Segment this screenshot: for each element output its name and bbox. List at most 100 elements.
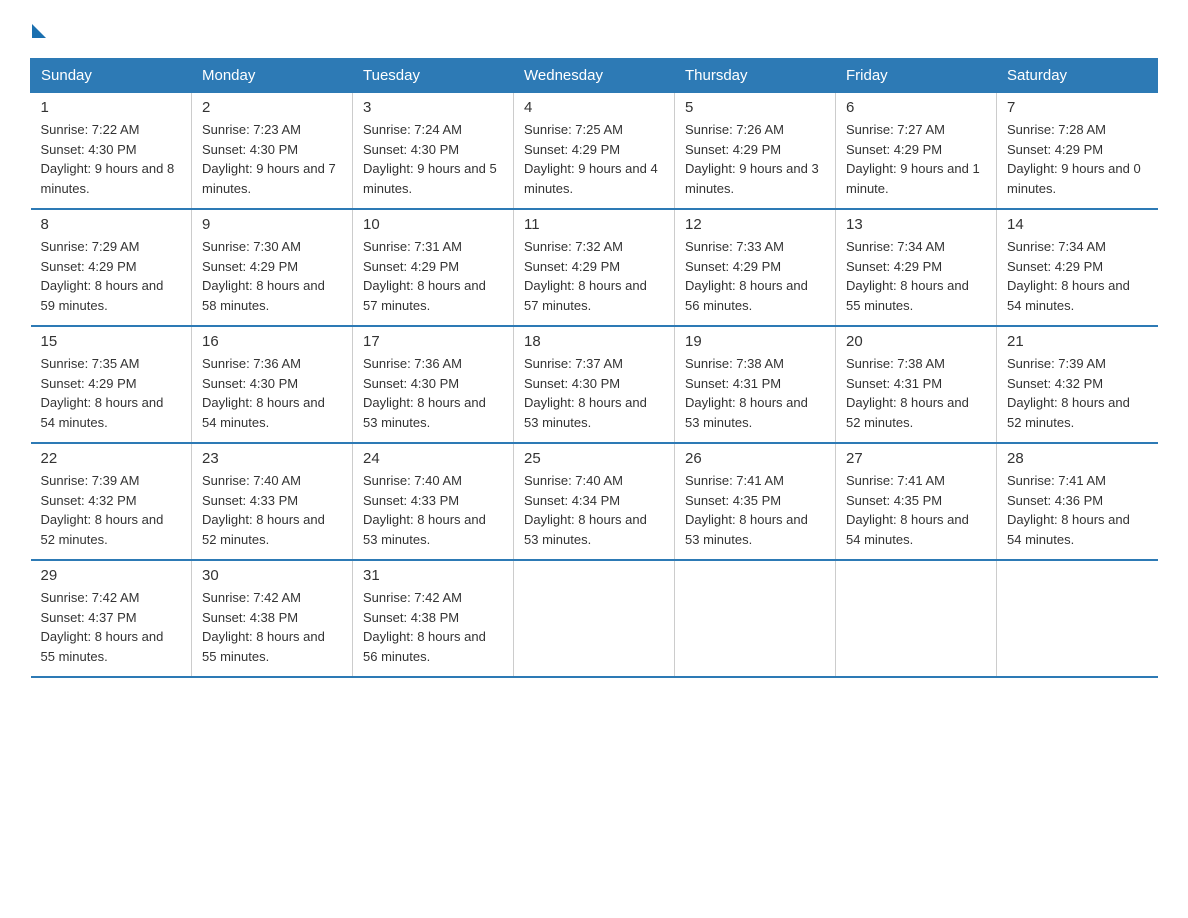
- logo-arrow-icon: [32, 24, 46, 38]
- day-info: Sunrise: 7:37 AMSunset: 4:30 PMDaylight:…: [524, 354, 664, 432]
- day-info: Sunrise: 7:40 AMSunset: 4:34 PMDaylight:…: [524, 471, 664, 549]
- day-info: Sunrise: 7:40 AMSunset: 4:33 PMDaylight:…: [363, 471, 503, 549]
- day-info: Sunrise: 7:38 AMSunset: 4:31 PMDaylight:…: [685, 354, 825, 432]
- day-cell: [836, 560, 997, 677]
- day-cell: 7 Sunrise: 7:28 AMSunset: 4:29 PMDayligh…: [997, 93, 1158, 210]
- day-cell: 9 Sunrise: 7:30 AMSunset: 4:29 PMDayligh…: [192, 209, 353, 326]
- day-number: 15: [41, 333, 182, 350]
- logo: [30, 20, 46, 38]
- day-number: 16: [202, 333, 342, 350]
- day-cell: 31 Sunrise: 7:42 AMSunset: 4:38 PMDaylig…: [353, 560, 514, 677]
- day-cell: 27 Sunrise: 7:41 AMSunset: 4:35 PMDaylig…: [836, 443, 997, 560]
- day-number: 28: [1007, 450, 1148, 467]
- day-cell: 20 Sunrise: 7:38 AMSunset: 4:31 PMDaylig…: [836, 326, 997, 443]
- day-number: 31: [363, 567, 503, 584]
- day-number: 24: [363, 450, 503, 467]
- day-info: Sunrise: 7:41 AMSunset: 4:35 PMDaylight:…: [685, 471, 825, 549]
- day-cell: 24 Sunrise: 7:40 AMSunset: 4:33 PMDaylig…: [353, 443, 514, 560]
- day-cell: 6 Sunrise: 7:27 AMSunset: 4:29 PMDayligh…: [836, 93, 997, 210]
- day-number: 29: [41, 567, 182, 584]
- day-cell: 4 Sunrise: 7:25 AMSunset: 4:29 PMDayligh…: [514, 93, 675, 210]
- header-monday: Monday: [192, 59, 353, 93]
- day-info: Sunrise: 7:42 AMSunset: 4:38 PMDaylight:…: [202, 588, 342, 666]
- day-cell: 8 Sunrise: 7:29 AMSunset: 4:29 PMDayligh…: [31, 209, 192, 326]
- day-number: 8: [41, 216, 182, 233]
- day-info: Sunrise: 7:30 AMSunset: 4:29 PMDaylight:…: [202, 237, 342, 315]
- day-cell: 28 Sunrise: 7:41 AMSunset: 4:36 PMDaylig…: [997, 443, 1158, 560]
- day-info: Sunrise: 7:23 AMSunset: 4:30 PMDaylight:…: [202, 120, 342, 198]
- day-number: 3: [363, 99, 503, 116]
- day-cell: 23 Sunrise: 7:40 AMSunset: 4:33 PMDaylig…: [192, 443, 353, 560]
- day-number: 5: [685, 99, 825, 116]
- day-cell: 5 Sunrise: 7:26 AMSunset: 4:29 PMDayligh…: [675, 93, 836, 210]
- day-info: Sunrise: 7:26 AMSunset: 4:29 PMDaylight:…: [685, 120, 825, 198]
- day-info: Sunrise: 7:42 AMSunset: 4:38 PMDaylight:…: [363, 588, 503, 666]
- day-number: 18: [524, 333, 664, 350]
- day-info: Sunrise: 7:41 AMSunset: 4:36 PMDaylight:…: [1007, 471, 1148, 549]
- header-wednesday: Wednesday: [514, 59, 675, 93]
- day-number: 10: [363, 216, 503, 233]
- day-number: 30: [202, 567, 342, 584]
- day-cell: 25 Sunrise: 7:40 AMSunset: 4:34 PMDaylig…: [514, 443, 675, 560]
- day-number: 13: [846, 216, 986, 233]
- day-info: Sunrise: 7:36 AMSunset: 4:30 PMDaylight:…: [363, 354, 503, 432]
- day-number: 19: [685, 333, 825, 350]
- day-cell: 13 Sunrise: 7:34 AMSunset: 4:29 PMDaylig…: [836, 209, 997, 326]
- day-number: 22: [41, 450, 182, 467]
- day-number: 27: [846, 450, 986, 467]
- day-cell: 1 Sunrise: 7:22 AMSunset: 4:30 PMDayligh…: [31, 93, 192, 210]
- day-number: 12: [685, 216, 825, 233]
- week-row-4: 22 Sunrise: 7:39 AMSunset: 4:32 PMDaylig…: [31, 443, 1158, 560]
- header-tuesday: Tuesday: [353, 59, 514, 93]
- day-cell: 18 Sunrise: 7:37 AMSunset: 4:30 PMDaylig…: [514, 326, 675, 443]
- week-row-1: 1 Sunrise: 7:22 AMSunset: 4:30 PMDayligh…: [31, 93, 1158, 210]
- header-sunday: Sunday: [31, 59, 192, 93]
- day-info: Sunrise: 7:38 AMSunset: 4:31 PMDaylight:…: [846, 354, 986, 432]
- day-info: Sunrise: 7:31 AMSunset: 4:29 PMDaylight:…: [363, 237, 503, 315]
- day-cell: [514, 560, 675, 677]
- day-info: Sunrise: 7:32 AMSunset: 4:29 PMDaylight:…: [524, 237, 664, 315]
- day-cell: 15 Sunrise: 7:35 AMSunset: 4:29 PMDaylig…: [31, 326, 192, 443]
- day-number: 26: [685, 450, 825, 467]
- header-friday: Friday: [836, 59, 997, 93]
- day-number: 14: [1007, 216, 1148, 233]
- day-cell: 21 Sunrise: 7:39 AMSunset: 4:32 PMDaylig…: [997, 326, 1158, 443]
- day-cell: 11 Sunrise: 7:32 AMSunset: 4:29 PMDaylig…: [514, 209, 675, 326]
- day-info: Sunrise: 7:28 AMSunset: 4:29 PMDaylight:…: [1007, 120, 1148, 198]
- day-info: Sunrise: 7:29 AMSunset: 4:29 PMDaylight:…: [41, 237, 182, 315]
- day-number: 25: [524, 450, 664, 467]
- day-number: 6: [846, 99, 986, 116]
- header-saturday: Saturday: [997, 59, 1158, 93]
- day-number: 11: [524, 216, 664, 233]
- day-info: Sunrise: 7:34 AMSunset: 4:29 PMDaylight:…: [846, 237, 986, 315]
- day-number: 17: [363, 333, 503, 350]
- day-info: Sunrise: 7:36 AMSunset: 4:30 PMDaylight:…: [202, 354, 342, 432]
- day-info: Sunrise: 7:39 AMSunset: 4:32 PMDaylight:…: [1007, 354, 1148, 432]
- header-thursday: Thursday: [675, 59, 836, 93]
- day-info: Sunrise: 7:27 AMSunset: 4:29 PMDaylight:…: [846, 120, 986, 198]
- day-cell: 3 Sunrise: 7:24 AMSunset: 4:30 PMDayligh…: [353, 93, 514, 210]
- calendar-table: SundayMondayTuesdayWednesdayThursdayFrid…: [30, 58, 1158, 678]
- day-cell: 12 Sunrise: 7:33 AMSunset: 4:29 PMDaylig…: [675, 209, 836, 326]
- day-info: Sunrise: 7:35 AMSunset: 4:29 PMDaylight:…: [41, 354, 182, 432]
- day-cell: 16 Sunrise: 7:36 AMSunset: 4:30 PMDaylig…: [192, 326, 353, 443]
- day-number: 21: [1007, 333, 1148, 350]
- day-number: 7: [1007, 99, 1148, 116]
- day-info: Sunrise: 7:34 AMSunset: 4:29 PMDaylight:…: [1007, 237, 1148, 315]
- week-row-3: 15 Sunrise: 7:35 AMSunset: 4:29 PMDaylig…: [31, 326, 1158, 443]
- day-info: Sunrise: 7:39 AMSunset: 4:32 PMDaylight:…: [41, 471, 182, 549]
- day-cell: [675, 560, 836, 677]
- day-cell: 26 Sunrise: 7:41 AMSunset: 4:35 PMDaylig…: [675, 443, 836, 560]
- day-number: 23: [202, 450, 342, 467]
- day-cell: 17 Sunrise: 7:36 AMSunset: 4:30 PMDaylig…: [353, 326, 514, 443]
- day-info: Sunrise: 7:22 AMSunset: 4:30 PMDaylight:…: [41, 120, 182, 198]
- day-info: Sunrise: 7:25 AMSunset: 4:29 PMDaylight:…: [524, 120, 664, 198]
- week-row-2: 8 Sunrise: 7:29 AMSunset: 4:29 PMDayligh…: [31, 209, 1158, 326]
- day-cell: 29 Sunrise: 7:42 AMSunset: 4:37 PMDaylig…: [31, 560, 192, 677]
- day-cell: 2 Sunrise: 7:23 AMSunset: 4:30 PMDayligh…: [192, 93, 353, 210]
- weekday-header-row: SundayMondayTuesdayWednesdayThursdayFrid…: [31, 59, 1158, 93]
- day-number: 2: [202, 99, 342, 116]
- day-info: Sunrise: 7:41 AMSunset: 4:35 PMDaylight:…: [846, 471, 986, 549]
- day-cell: [997, 560, 1158, 677]
- day-cell: 10 Sunrise: 7:31 AMSunset: 4:29 PMDaylig…: [353, 209, 514, 326]
